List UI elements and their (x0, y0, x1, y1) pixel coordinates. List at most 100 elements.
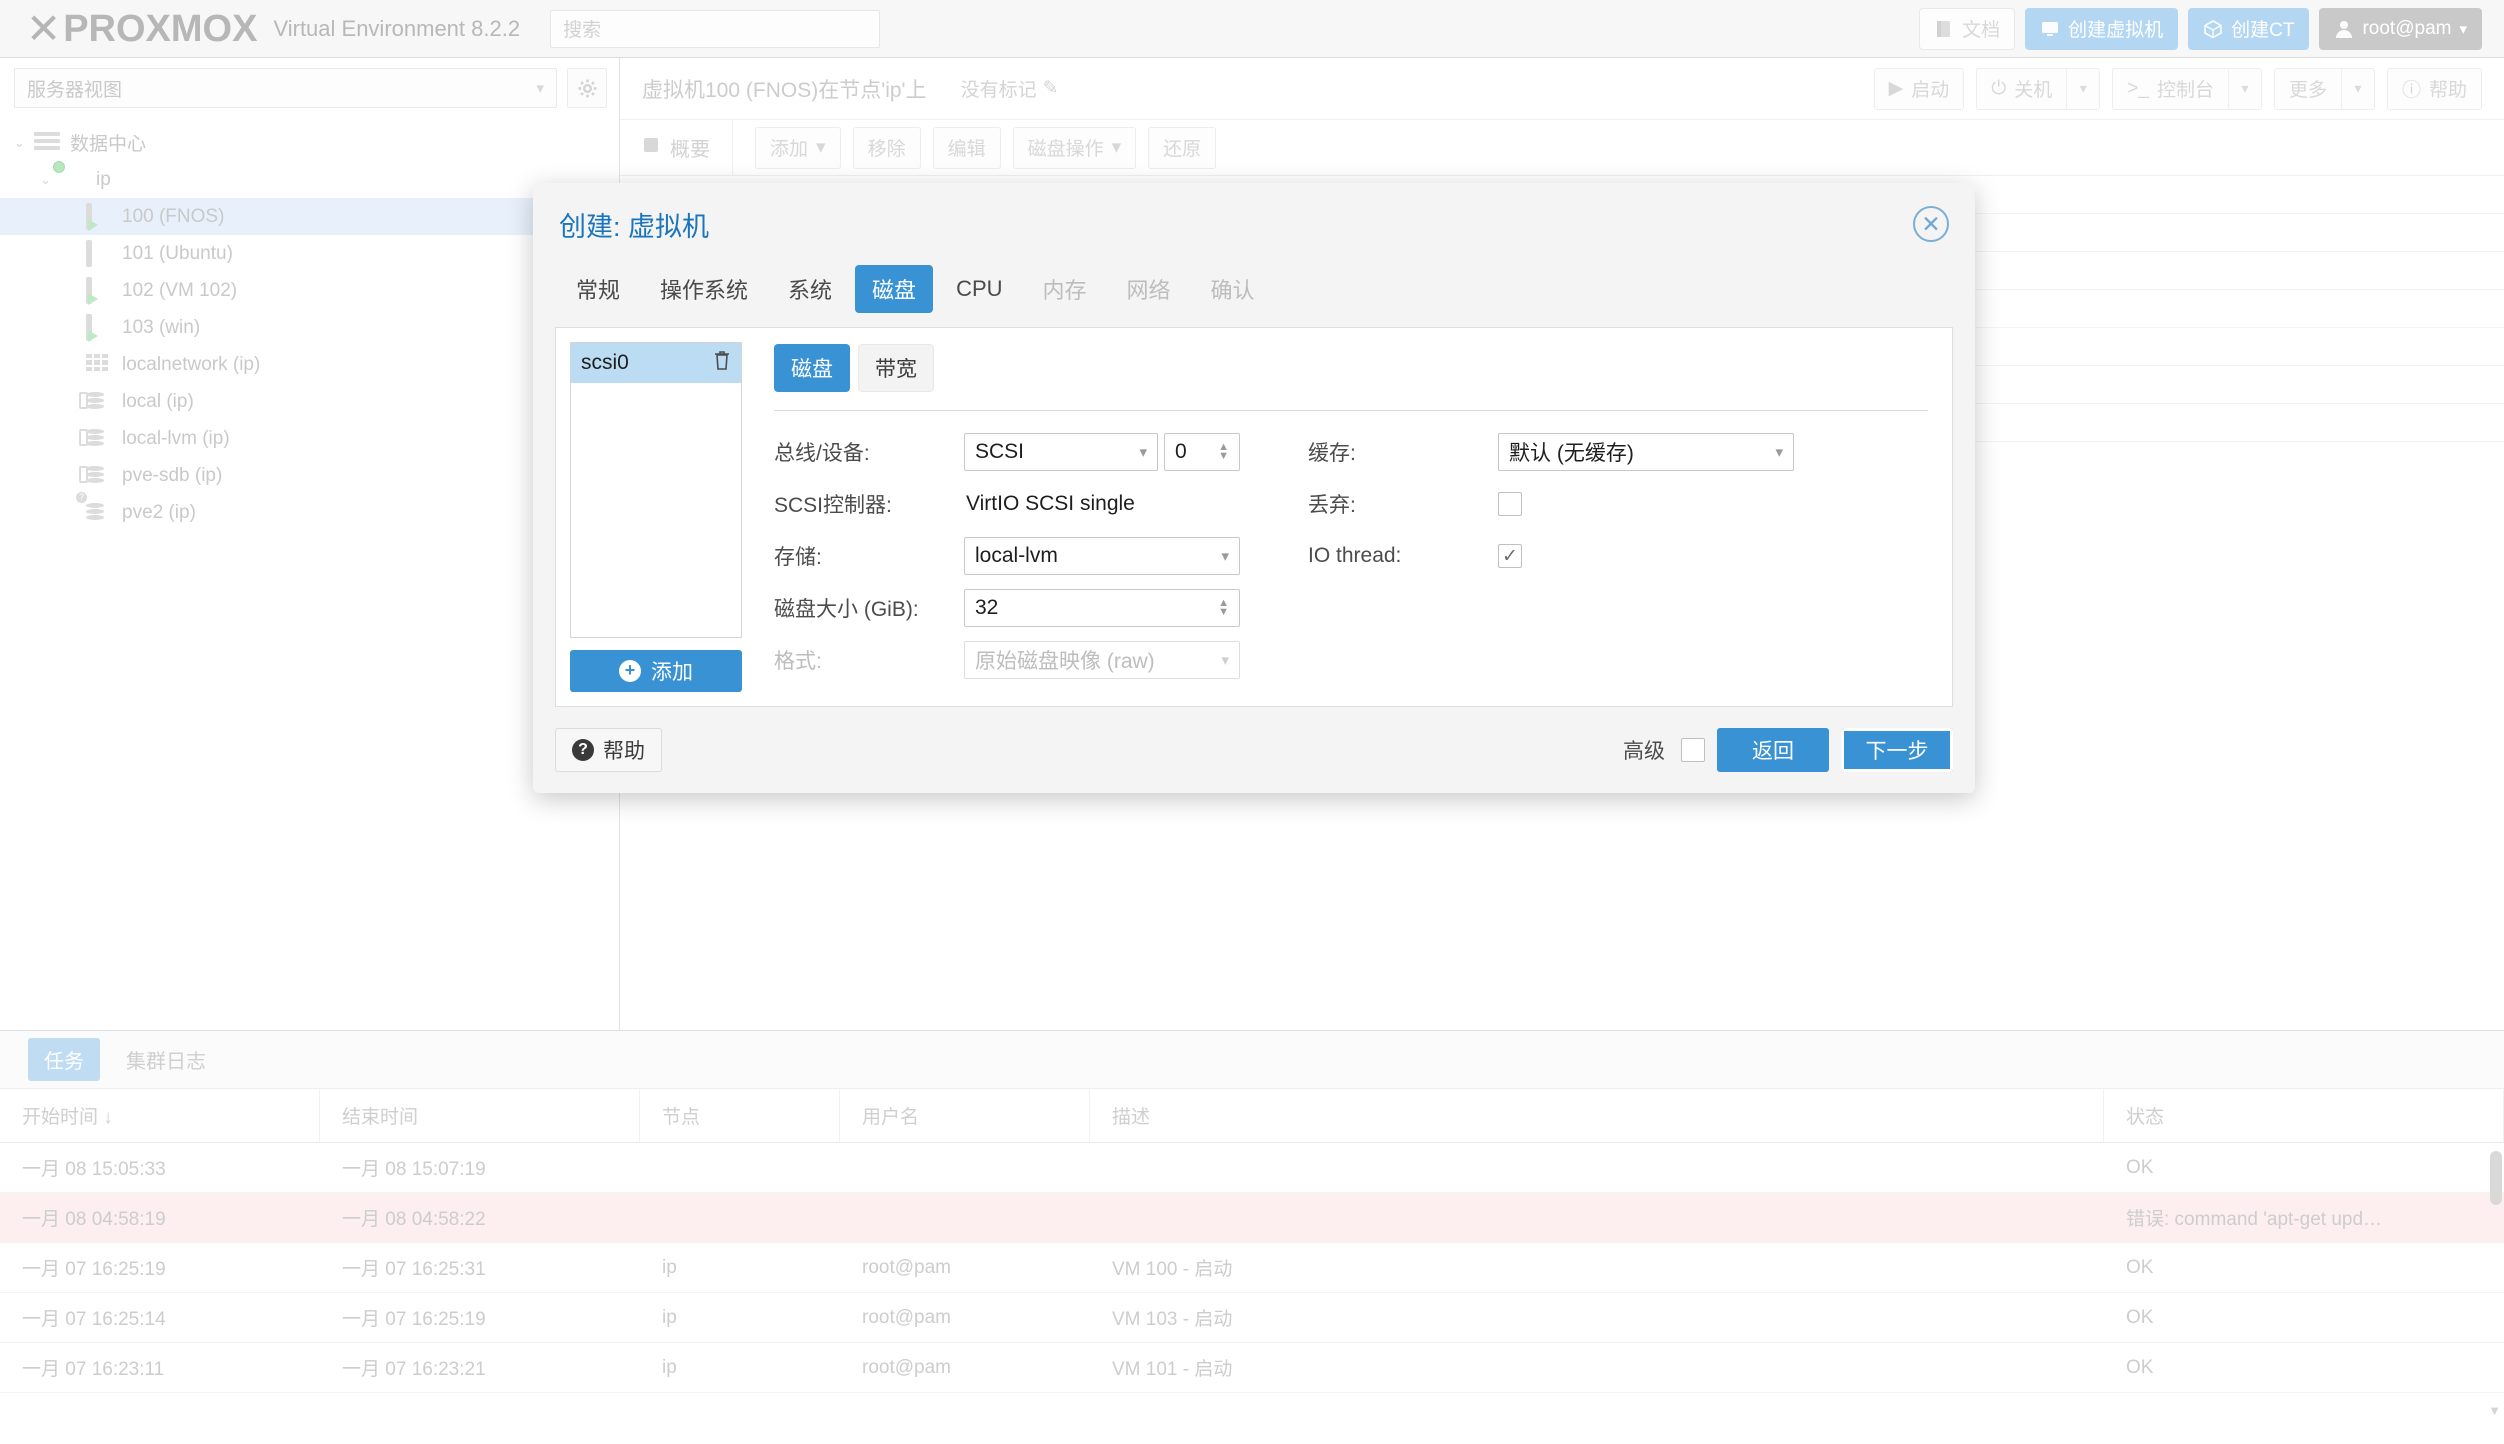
toolbar-button-2[interactable]: 编辑 (932, 126, 1001, 169)
start-button[interactable]: ▶ 启动 (1873, 67, 1965, 110)
task-cell-user: root@pam (862, 1256, 951, 1278)
io-thread-checkbox[interactable]: ✓ (1498, 544, 1522, 568)
dialog-title: 创建: 虚拟机 (559, 211, 710, 242)
task-cell-desc: VM 100 - 启动 (1112, 1259, 1233, 1280)
shutdown-split-button[interactable]: ⏻ 关机 ▾ (1976, 67, 2101, 110)
tasks-scrollbar-thumb[interactable] (2490, 1151, 2502, 1205)
tree-item-pve-sdb-ip-[interactable]: pve-sdb (ip) (0, 457, 619, 494)
user-menu-button[interactable]: root@pam ▾ (2319, 7, 2482, 50)
tree-item-103-win-[interactable]: 103 (win) (0, 309, 619, 346)
check-icon: ✓ (1502, 545, 1518, 567)
tasks-column-header-5[interactable]: 状态 (2104, 1089, 2504, 1142)
spinner-icon[interactable]: ▲ ▼ (1218, 442, 1229, 462)
task-row[interactable]: 一月 08 15:05:33 一月 08 15:07:19 OK (0, 1143, 2504, 1193)
discard-checkbox[interactable] (1498, 492, 1522, 516)
tasks-tab-0[interactable]: 任务 (28, 1038, 100, 1081)
tasks-column-header-4[interactable]: 描述 (1090, 1089, 2104, 1142)
chevron-down-icon[interactable]: ⌄ (40, 172, 60, 188)
scroll-down-arrow-icon[interactable]: ▼ (2488, 1403, 2501, 1418)
back-button[interactable]: 返回 (1717, 728, 1829, 772)
dialog-tab-操作系统[interactable]: 操作系统 (643, 265, 765, 313)
vm-stopped-icon (86, 239, 112, 267)
task-cell-start: 一月 07 16:25:19 (22, 1259, 166, 1280)
logo-x-mark: ✕ (26, 4, 61, 52)
create-ct-button[interactable]: 创建CT (2188, 7, 2310, 50)
vm-tag[interactable]: 没有标记 ✎ (961, 75, 1059, 102)
chevron-down-icon[interactable]: ⌄ (14, 135, 34, 151)
network-icon (86, 353, 112, 376)
help-button[interactable]: ⓘ 帮助 (2386, 67, 2482, 110)
task-row[interactable]: 一月 07 16:23:11 一月 07 16:23:21 ip root@pam VM… (0, 1343, 2504, 1393)
dialog-tab-常规[interactable]: 常规 (559, 265, 637, 313)
console-button[interactable]: >_ 控制台 (2112, 67, 2228, 110)
task-row[interactable]: 一月 07 16:25:14 一月 07 16:25:19 ip root@pam VM… (0, 1293, 2504, 1343)
sub-tab-bandwidth[interactable]: 带宽 (858, 344, 934, 392)
user-label: root@pam (2362, 17, 2452, 39)
chevron-down-icon: ▾ (2459, 20, 2467, 38)
storage-select[interactable]: local-lvm ▾ (964, 537, 1240, 575)
spinner-icon[interactable]: ▲ ▼ (1218, 598, 1229, 618)
toolbar-button-label: 编辑 (947, 139, 986, 160)
task-row[interactable]: 一月 08 04:58:19 一月 08 04:58:22 错误: command … (0, 1193, 2504, 1243)
storage-icon (79, 391, 112, 413)
tasks-tab-1[interactable]: 集群日志 (110, 1038, 222, 1081)
search-input[interactable]: 搜索 (550, 9, 881, 48)
trash-icon[interactable] (713, 350, 731, 376)
tree-item-ip[interactable]: ⌄ ip (0, 160, 619, 198)
toolbar-button-4[interactable]: 还原 (1148, 126, 1217, 169)
dialog-tab-磁盘[interactable]: 磁盘 (855, 265, 934, 313)
advanced-checkbox[interactable] (1681, 738, 1705, 762)
tree-item-local-ip-[interactable]: local (ip) (0, 383, 619, 420)
toolbar-button-3[interactable]: 磁盘操作 ▾ (1012, 126, 1137, 169)
tasks-tab-strip: 任务 集群日志 (0, 1031, 2504, 1089)
task-cell-desc (1090, 1143, 2104, 1192)
task-cell-user: root@pam (862, 1306, 951, 1328)
chevron-down-icon[interactable]: ▾ (2227, 67, 2262, 110)
create-vm-button[interactable]: 创建虚拟机 (2025, 7, 2179, 50)
close-icon[interactable]: ✕ (1913, 206, 1949, 242)
bus-select[interactable]: SCSI ▾ (964, 433, 1158, 471)
server-view-select[interactable]: 服务器视图 ▾ (14, 68, 557, 108)
dialog-help-button[interactable]: ? 帮助 (555, 728, 662, 772)
disk-size-stepper[interactable]: 32 ▲ ▼ (964, 589, 1240, 627)
tree-item--[interactable]: ⌄ 数据中心 (0, 124, 619, 161)
dialog-tab-CPU[interactable]: CPU (939, 268, 1019, 310)
task-cell-status: OK (2126, 1306, 2154, 1328)
sub-tab-bandwidth-label: 带宽 (875, 358, 917, 381)
device-number-stepper[interactable]: 0 ▲ ▼ (1164, 433, 1240, 471)
shutdown-button[interactable]: ⏻ 关机 (1976, 67, 2067, 110)
documentation-button[interactable]: 文档 (1919, 7, 2016, 50)
disk-list-item-scsi0[interactable]: scsi0 (571, 343, 741, 383)
chevron-down-icon[interactable]: ▾ (1112, 136, 1122, 159)
toolbar-button-0[interactable]: 添加 ▾ (755, 126, 841, 169)
toolbar-button-1[interactable]: 移除 (852, 126, 921, 169)
tab-summary[interactable]: 概要 (620, 120, 733, 175)
tree-item-local-lvm-ip-[interactable]: local-lvm (ip) (0, 420, 619, 457)
tree-item-localnetwork-ip-[interactable]: localnetwork (ip) (0, 346, 619, 383)
tasks-column-header-3[interactable]: 用户名 (840, 1089, 1090, 1142)
chevron-down-icon[interactable]: ▾ (2340, 67, 2375, 110)
dialog-tab-系统[interactable]: 系统 (771, 265, 849, 313)
tasks-column-header-1[interactable]: 结束时间 (320, 1089, 640, 1142)
more-button[interactable]: 更多 (2273, 67, 2341, 110)
gear-icon[interactable] (567, 68, 607, 108)
console-label: 控制台 (2156, 80, 2214, 101)
tree-item-pve2-ip-[interactable]: ? pve2 (ip) (0, 491, 619, 531)
cache-select[interactable]: 默认 (无缓存) ▾ (1498, 433, 1794, 471)
tasks-column-header-0[interactable]: 开始时间 ↓ (0, 1089, 320, 1142)
next-button[interactable]: 下一步 (1841, 728, 1953, 772)
tasks-column-header-2[interactable]: 节点 (640, 1089, 840, 1142)
chevron-down-icon[interactable]: ▾ (816, 136, 826, 159)
chevron-down-icon[interactable]: ▾ (2066, 67, 2101, 110)
sub-tab-disk[interactable]: 磁盘 (774, 344, 850, 392)
more-split-button[interactable]: 更多 ▾ (2273, 67, 2375, 110)
task-row[interactable]: 一月 07 16:25:19 一月 07 16:25:31 ip root@pam VM… (0, 1243, 2504, 1293)
console-split-button[interactable]: >_ 控制台 ▾ (2112, 67, 2262, 110)
storage-icon (79, 465, 112, 487)
pencil-icon[interactable]: ✎ (1043, 77, 1059, 100)
tree-item-101-ubuntu-[interactable]: 101 (Ubuntu) (0, 235, 619, 272)
bus-value: SCSI (975, 440, 1025, 463)
tree-item-100-fnos-[interactable]: 100 (FNOS) (0, 198, 619, 235)
add-disk-button[interactable]: + 添加 (570, 650, 742, 692)
tree-item-102-vm-102-[interactable]: 102 (VM 102) (0, 272, 619, 309)
